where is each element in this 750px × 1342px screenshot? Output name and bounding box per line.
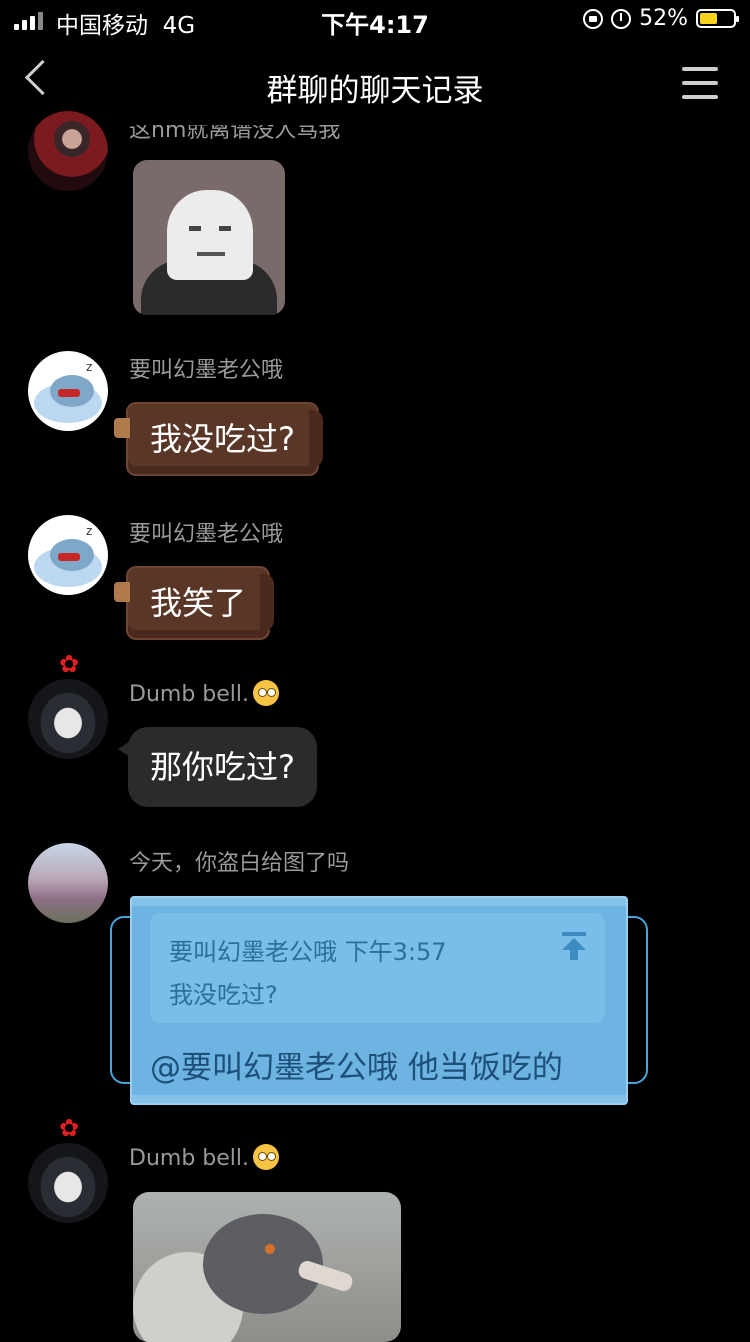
quoted-sender: 要叫幻墨老公哦 下午3:57 <box>169 938 447 966</box>
pigeon-image[interactable] <box>133 1192 401 1342</box>
quoted-text: 我没吃过? <box>169 981 278 1009</box>
message-bubble[interactable]: 我没吃过? <box>114 404 323 474</box>
pigeon-eye <box>265 1244 275 1254</box>
avatar[interactable] <box>28 1143 108 1223</box>
message-bubble[interactable]: 那你吃过? <box>118 727 317 807</box>
avatar[interactable]: z <box>28 351 108 431</box>
menu-icon[interactable] <box>682 67 718 99</box>
meme-face <box>167 190 253 280</box>
avatar[interactable] <box>28 843 108 923</box>
shark-avatar-art: z <box>34 360 102 423</box>
avatar[interactable] <box>28 111 108 191</box>
avatar[interactable] <box>28 679 108 759</box>
status-right: 52% <box>583 6 739 31</box>
flower-badge-icon <box>59 1114 82 1142</box>
sender-name: 要叫幻墨老公哦 <box>129 522 284 547</box>
shark-avatar-art: z <box>34 524 102 587</box>
sender-name: 要叫幻墨老公哦 <box>129 358 284 383</box>
battery-icon <box>696 9 739 28</box>
sender-name: Dumb bell. <box>129 1144 279 1171</box>
sender-name: Dumb bell. <box>129 680 279 707</box>
dizzy-face-emoji-icon <box>253 680 279 706</box>
page-title: 群聊的聊天记录 <box>266 73 484 109</box>
quoted-time: 下午3:57 <box>344 938 447 966</box>
dizzy-face-emoji-icon <box>253 1144 279 1170</box>
sender-name: 今天，你盗白给图了吗 <box>129 851 350 876</box>
flower-badge-icon <box>59 650 82 678</box>
jump-to-top-icon[interactable] <box>560 932 588 962</box>
battery-percent: 52% <box>639 6 688 31</box>
reply-text: @要叫幻墨老公哦 他当饭吃的 <box>150 1050 563 1086</box>
battery-fill <box>700 13 717 24</box>
nav-bar: 群聊的聊天记录 <box>0 45 750 123</box>
avatar[interactable]: z <box>28 515 108 595</box>
rotation-lock-icon <box>583 8 604 29</box>
alarm-icon <box>611 8 632 29</box>
svg-text:z: z <box>86 524 92 538</box>
meme-image[interactable] <box>133 160 285 315</box>
svg-text:z: z <box>86 360 92 374</box>
message-bubble[interactable]: 我笑了 <box>113 568 275 638</box>
status-bar: 中国移动 4G 下午4:17 52% <box>0 0 750 40</box>
